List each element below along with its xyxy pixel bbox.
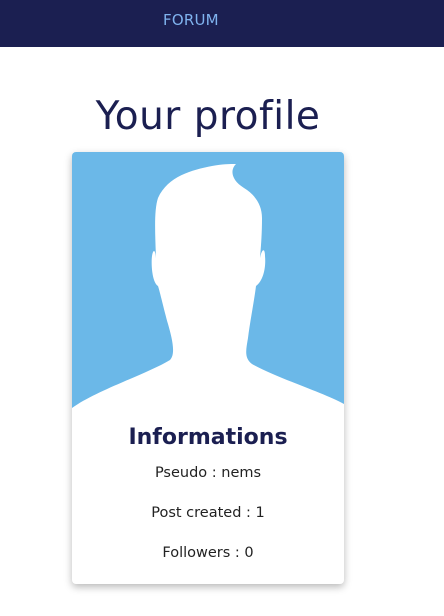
card-heading: Informations — [128, 425, 288, 450]
forum-nav-link[interactable]: FORUM — [163, 11, 219, 29]
user-silhouette-icon — [72, 152, 344, 410]
posts-count-text: Post created : 1 — [151, 505, 265, 521]
pseudo-text: Pseudo : nems — [154, 465, 262, 481]
top-navbar: FORUM — [0, 0, 444, 47]
followers-count-text: Followers : 0 — [162, 545, 254, 561]
profile-card: Informations Pseudo : nems Post created … — [72, 152, 344, 584]
page-title: Your profile — [95, 94, 321, 139]
